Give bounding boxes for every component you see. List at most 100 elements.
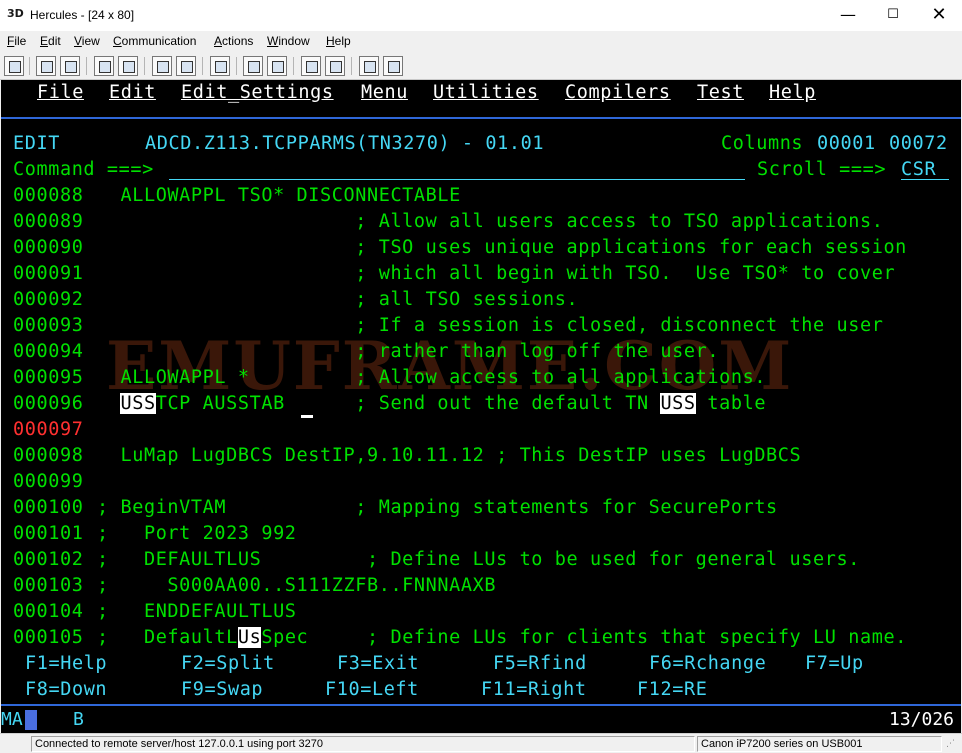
pf-key-f2[interactable]: F2=Split <box>181 651 275 677</box>
source-line[interactable]: 000100 ; BeginVTAM ; Mapping statements … <box>1 495 777 521</box>
pf-key-f9[interactable]: F9=Swap <box>181 677 263 703</box>
close-button[interactable]: ✕ <box>916 0 962 31</box>
line-text[interactable]: ALLOWAPPL TSO* DISCONNECTABLE <box>97 183 461 209</box>
ispf-menu-file[interactable]: File <box>37 80 84 106</box>
line-text[interactable]: ; DefaultLUsSpec ; Define LUs for client… <box>97 625 907 651</box>
pf-key-f6[interactable]: F6=Rchange <box>649 651 766 677</box>
pf-key-f11[interactable]: F11=Right <box>481 677 587 703</box>
line-number[interactable]: 000104 <box>13 599 83 625</box>
pf-key-f1[interactable]: F1=Help <box>25 651 107 677</box>
line-number[interactable]: 000089 <box>13 209 83 235</box>
print-icon[interactable] <box>4 56 24 76</box>
screen-icon[interactable] <box>152 56 172 76</box>
source-line[interactable]: 000089 ; Allow all users access to TSO a… <box>1 209 883 235</box>
source-line[interactable]: 000104 ; ENDDEFAULTLUS <box>1 599 296 625</box>
source-line[interactable]: 000092 ; all TSO sessions. <box>1 287 578 313</box>
line-number[interactable]: 000088 <box>13 183 83 209</box>
source-line[interactable]: 000103 ; S000AA00..S111ZZFB..FNNNAAXB <box>1 573 495 599</box>
line-number[interactable]: 000102 <box>13 547 83 573</box>
edit-icon[interactable] <box>383 56 403 76</box>
line-text[interactable]: ; BeginVTAM ; Mapping statements for Sec… <box>97 495 778 521</box>
line-number[interactable]: 000096 <box>13 391 83 417</box>
macro-icon[interactable] <box>243 56 263 76</box>
source-line[interactable]: 000102 ; DEFAULTLUS ; Define LUs to be u… <box>1 547 859 573</box>
line-text[interactable]: ; S000AA00..S111ZZFB..FNNNAAXB <box>97 573 496 599</box>
pf-key-f5[interactable]: F5=Rfind <box>493 651 587 677</box>
ispf-menu-edit[interactable]: Edit <box>109 80 156 106</box>
source-line[interactable]: 000099 <box>1 469 83 495</box>
pf-key-f10[interactable]: F10=Left <box>325 677 419 703</box>
source-line-empty[interactable]: 000097 <box>1 417 83 443</box>
menu-file[interactable]: File <box>7 34 26 48</box>
source-line[interactable]: 000101 ; Port 2023 992 <box>1 521 296 547</box>
line-number[interactable]: 000092 <box>13 287 83 313</box>
ispf-menu-menu[interactable]: Menu <box>361 80 408 106</box>
line-number[interactable]: 000103 <box>13 573 83 599</box>
record-icon[interactable] <box>301 56 321 76</box>
line-text[interactable]: ; rather than log off the user. <box>97 339 719 365</box>
menu-window[interactable]: Window <box>267 34 310 48</box>
line-number[interactable]: 000090 <box>13 235 83 261</box>
source-line[interactable]: 000095 ALLOWAPPL * ; Allow access to all… <box>1 365 765 391</box>
ispf-menu-edit-settings[interactable]: Edit_Settings <box>181 80 334 106</box>
send-icon[interactable] <box>94 56 114 76</box>
screen2-icon[interactable] <box>176 56 196 76</box>
globe-icon[interactable] <box>359 56 379 76</box>
copy-icon[interactable] <box>36 56 56 76</box>
line-text[interactable]: ; which all begin with TSO. Use TSO* to … <box>97 261 895 287</box>
line-number[interactable]: 000100 <box>13 495 83 521</box>
terminal-screen[interactable]: EMUFRAME.COM File Edit Edit_Settings Men… <box>1 80 961 733</box>
line-text[interactable]: ALLOWAPPL * ; Allow access to all applic… <box>97 365 766 391</box>
source-line[interactable]: 000098 LuMap LugDBCS DestIP,9.10.11.12 ;… <box>1 443 801 469</box>
source-line[interactable]: 000093 ; If a session is closed, disconn… <box>1 313 883 339</box>
line-text[interactable]: ; ENDDEFAULTLUS <box>97 599 297 625</box>
play-icon[interactable] <box>325 56 345 76</box>
source-line-current[interactable]: 000096 USSTCP AUSSTAB ; Send out the def… <box>1 391 765 417</box>
line-number[interactable]: 000093 <box>13 313 83 339</box>
ispf-menu-test[interactable]: Test <box>697 80 744 106</box>
menu-help[interactable]: Help <box>326 34 351 48</box>
line-text[interactable]: ; all TSO sessions. <box>97 287 578 313</box>
ispf-menu-utilities[interactable]: Utilities <box>433 80 539 106</box>
line-number[interactable]: 000105 <box>13 625 83 651</box>
pf-key-f8[interactable]: F8=Down <box>25 677 107 703</box>
menu-view[interactable]: View <box>74 34 100 48</box>
maximize-button[interactable]: ☐ <box>870 0 916 31</box>
minimize-button[interactable]: — <box>825 0 871 31</box>
line-text[interactable]: ; Allow all users access to TSO applicat… <box>97 209 883 235</box>
pf-key-f3[interactable]: F3=Exit <box>337 651 419 677</box>
resize-grip-icon[interactable]: ⋰ <box>946 739 958 751</box>
macro2-icon[interactable] <box>267 56 287 76</box>
line-number[interactable]: 000091 <box>13 261 83 287</box>
source-line[interactable]: 000091 ; which all begin with TSO. Use T… <box>1 261 895 287</box>
pf-key-f12[interactable]: F12=RE <box>637 677 707 703</box>
line-text[interactable]: ; DEFAULTLUS ; Define LUs to be used for… <box>97 547 860 573</box>
source-line[interactable]: 000105 ; DefaultLUsSpec ; Define LUs for… <box>1 625 906 651</box>
scroll-input[interactable]: CSR <box>901 157 949 180</box>
keyboard-icon[interactable] <box>210 56 230 76</box>
source-line[interactable]: 000090 ; TSO uses unique applications fo… <box>1 235 906 261</box>
source-line[interactable]: 000088 ALLOWAPPL TSO* DISCONNECTABLE <box>1 183 460 209</box>
menu-communication[interactable]: Communication <box>113 34 196 48</box>
pf-key-f7[interactable]: F7=Up <box>805 651 864 677</box>
menu-edit[interactable]: Edit <box>40 34 61 48</box>
line-text[interactable]: USSTCP AUSSTAB ; Send out the default TN… <box>97 391 766 417</box>
line-number[interactable]: 000099 <box>13 469 83 495</box>
ispf-menu-compilers[interactable]: Compilers <box>565 80 671 106</box>
source-line[interactable]: 000094 ; rather than log off the user. <box>1 339 719 365</box>
command-input[interactable] <box>169 157 745 180</box>
line-number[interactable]: 000097 <box>13 417 83 443</box>
line-text[interactable]: ; Port 2023 992 <box>97 521 297 547</box>
paste-icon[interactable] <box>60 56 80 76</box>
line-number[interactable]: 000095 <box>13 365 83 391</box>
menu-actions[interactable]: Actions <box>214 34 253 48</box>
line-text[interactable]: LuMap LugDBCS DestIP,9.10.11.12 ; This D… <box>97 443 801 469</box>
line-number[interactable]: 000101 <box>13 521 83 547</box>
operator-info-area: MA B 13/026 <box>1 707 961 733</box>
receive-icon[interactable] <box>118 56 138 76</box>
line-number[interactable]: 000098 <box>13 443 83 469</box>
line-text[interactable]: ; TSO uses unique applications for each … <box>97 235 907 261</box>
ispf-menu-help[interactable]: Help <box>769 80 816 106</box>
line-number[interactable]: 000094 <box>13 339 83 365</box>
line-text[interactable]: ; If a session is closed, disconnect the… <box>97 313 883 339</box>
